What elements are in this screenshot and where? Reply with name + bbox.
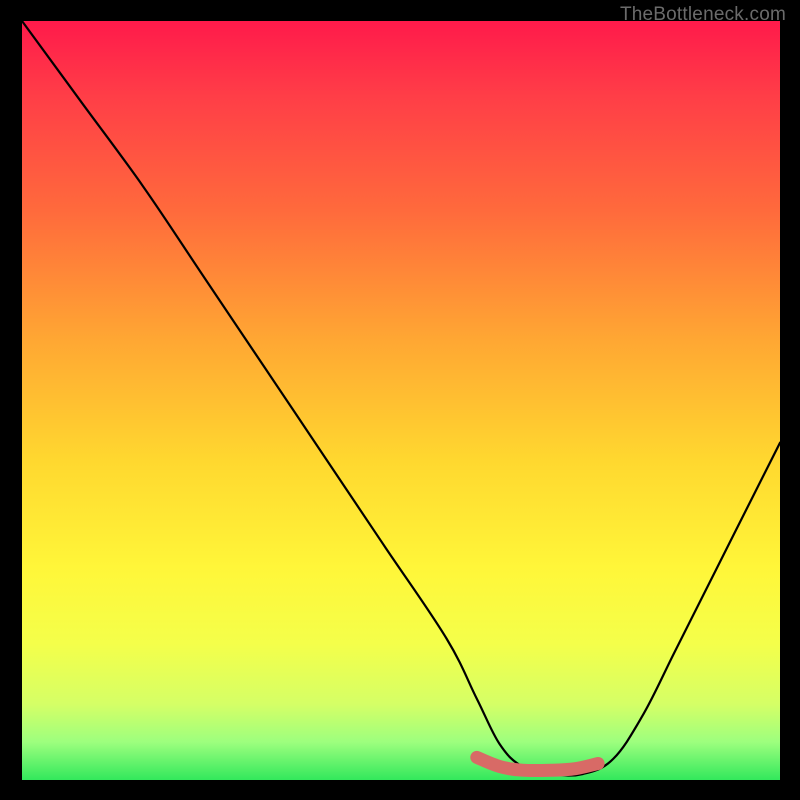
highlight-band-path [477,757,598,770]
chart-stage: TheBottleneck.com [0,0,800,800]
bottleneck-curve-path [22,21,780,776]
plot-area [22,21,780,780]
curve-svg [22,21,780,780]
